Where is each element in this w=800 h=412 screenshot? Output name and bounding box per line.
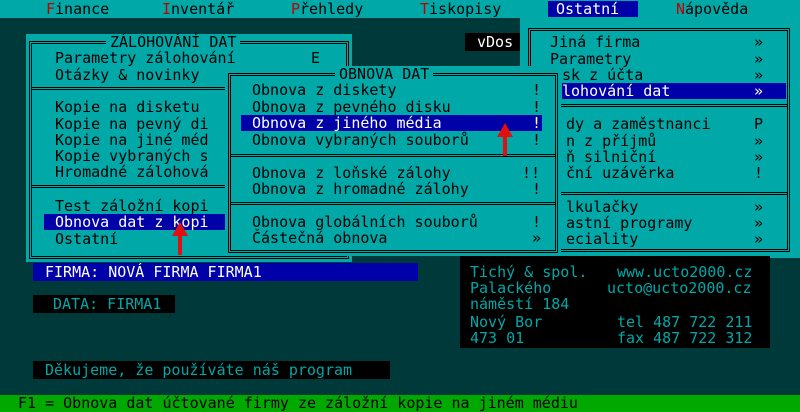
obnova-item-label: Částečná obnova	[252, 229, 388, 247]
company-contact-box: www.ucto2000.cz ucto@ucto2000.cz tel 487…	[600, 256, 770, 348]
ostatni-item-zalohovani[interactable]: lohování dat »	[562, 83, 786, 99]
submenu-arrow-icon: »	[754, 198, 764, 216]
warning-mark-icon: !	[532, 180, 542, 198]
obnova-item-disketa[interactable]: Obnova z diskety!	[252, 82, 542, 98]
ostatni-item-vlastni-programy[interactable]: astní programy»	[566, 215, 786, 231]
zalohovani-item-label: Kopie na disketu	[55, 98, 200, 116]
menu-finance-hotkey: F	[46, 0, 56, 18]
ostatni-item-label: ční uzávěrka	[566, 164, 675, 182]
warning-mark-icon: !	[532, 98, 542, 116]
menu-finance-label: inance	[55, 0, 110, 18]
ostatni-item-tisk[interactable]: sk z účta»	[562, 67, 786, 83]
obnova-divider-2	[231, 202, 555, 205]
ostatni-item-label: dy a zaměstnanci	[566, 115, 711, 133]
submenu-arrow-icon: »	[532, 229, 542, 247]
menu-tiskopisy[interactable]: Tiskopisy	[420, 1, 501, 17]
company-address-line: náměstí 184	[470, 295, 570, 313]
email-link[interactable]: ucto@ucto2000.cz	[607, 280, 752, 296]
submenu-arrow-icon: »	[754, 33, 764, 51]
menu-napoveda[interactable]: Nápověda	[676, 1, 748, 17]
obnova-item-castecna[interactable]: Částečná obnova »	[252, 230, 542, 246]
obnova-item-label: Obnova z diskety	[252, 81, 397, 99]
menu-ostatni[interactable]: Ostatní	[548, 1, 638, 17]
menu-inventar-label: nventář	[171, 0, 235, 18]
obnova-item-pevny-disk[interactable]: Obnova z pevného disku!	[252, 99, 542, 115]
warning-mark-icon: !	[532, 131, 542, 149]
warning-mark-icon: !	[532, 114, 542, 132]
obnova-item-label: Obnova vybraných souborů	[252, 131, 469, 149]
menu-prehledy-hotkey: P	[291, 0, 301, 18]
menu-ostatni-label: Ostatní	[556, 0, 620, 18]
ostatni-item-dan-z-prijmu[interactable]: n z příjmů»	[566, 133, 786, 149]
menu-tiskopisy-hotkey: T	[420, 0, 430, 18]
zalohovani-item-obnova[interactable]: Obnova dat z kopi	[44, 214, 241, 230]
company-address-line: Nový Bor	[470, 313, 543, 331]
obnova-item-label: Obnova z jiného média	[252, 114, 442, 132]
vdos-tag: vDos	[465, 33, 520, 51]
menu-inventar-hotkey: I	[162, 0, 172, 18]
ostatni-divider-1	[531, 104, 787, 107]
obnova-menu: OBNOVA DAT Obnova z diskety! Obnova z pe…	[225, 66, 561, 256]
warning-mark-icon: !	[754, 164, 764, 182]
ostatni-item-mzdy[interactable]: dy a zaměstnanci P	[566, 116, 786, 132]
menu-inventar[interactable]: Inventář	[162, 1, 234, 17]
ostatni-item-speciality[interactable]: eciality »	[566, 231, 786, 247]
zalohovani-item-label: Ostatní	[55, 230, 119, 248]
ostatni-item-rocni-uzaverka[interactable]: ční uzávěrka!	[566, 165, 786, 181]
obnova-item-globalni-soubory[interactable]: Obnova globálních souborů!	[252, 214, 542, 230]
data-label: DATA: FIRMA1	[33, 295, 175, 313]
warning-mark-icon: !!	[522, 164, 541, 182]
ostatni-item-hotkey: P	[754, 115, 764, 133]
menu-napoveda-hotkey: N	[676, 0, 686, 18]
zalohovani-item-label: Hromadné zálohová	[55, 163, 209, 181]
submenu-arrow-icon: »	[754, 82, 764, 100]
warning-mark-icon: !	[532, 213, 542, 231]
ostatni-item-kalkulacky[interactable]: lkulačky»	[566, 199, 786, 215]
zalohovani-item-label: Otázky & novinky	[55, 66, 200, 84]
obnova-item-lonska-zaloha[interactable]: Obnova z loňské zálohy!!	[252, 165, 542, 181]
ostatni-divider-2	[531, 192, 787, 195]
menu-bar: Finance Inventář Přehledy Tiskopisy Osta…	[0, 0, 800, 18]
ostatni-item-jina-firma[interactable]: Jiná firma »	[550, 34, 786, 50]
submenu-arrow-icon: »	[754, 132, 764, 150]
thanks-message: Děkujeme, že používáte náš program	[33, 361, 390, 379]
ostatni-item-parametry[interactable]: Parametry»	[550, 51, 786, 67]
website-link[interactable]: www.ucto2000.cz	[617, 264, 752, 280]
zalohovani-item-parametry[interactable]: Parametry zálohování E	[55, 50, 325, 66]
zalohovani-item-label: Parametry zálohování	[55, 49, 236, 67]
menu-napoveda-label: ápověda	[685, 0, 749, 18]
obnova-menu-title: OBNOVA DAT	[335, 66, 434, 82]
ostatni-item-label: lohování dat	[562, 82, 671, 100]
fax-line: fax 487 722 312	[617, 329, 753, 347]
submenu-arrow-icon: »	[754, 66, 764, 84]
ostatni-item-label: Jiná firma	[550, 33, 641, 51]
submenu-arrow-icon: »	[754, 230, 764, 248]
company-address-line: Tichý & spol.	[470, 263, 588, 281]
firma-label: FIRMA: NOVÁ FIRMA FIRMA1	[33, 263, 418, 281]
menu-tiskopisy-label: iskopisy	[429, 0, 502, 18]
submenu-arrow-icon: »	[754, 148, 764, 166]
ostatni-menu: Jiná firma » Parametry» sk z účta» lohová…	[520, 18, 800, 258]
submenu-arrow-icon: »	[754, 214, 764, 232]
ostatni-item-label: eciality	[566, 230, 639, 248]
ostatni-item-dan-silnicni[interactable]: ň silniční»	[566, 149, 786, 165]
zalohovani-menu-title: ZÁLOHOVÁNÍ DAT	[106, 34, 241, 50]
company-address-line: Palackého	[470, 279, 552, 297]
phone-line: tel 487 722 211	[617, 313, 753, 331]
warning-mark-icon: !	[532, 81, 542, 99]
obnova-item-label: Obnova z hromadné zálohy	[252, 180, 469, 198]
submenu-arrow-icon: »	[754, 50, 764, 68]
company-address-box: Tichý & spol. Palackého náměstí 184 Nový…	[460, 256, 600, 348]
menu-prehledy[interactable]: Přehledy	[291, 1, 363, 17]
obnova-item-hromadna-zaloha[interactable]: Obnova z hromadné zálohy!	[252, 181, 542, 197]
menu-finance[interactable]: Finance	[46, 1, 109, 17]
menu-prehledy-label: řehledy	[300, 0, 364, 18]
zalohovani-item-hotkey: E	[311, 49, 321, 67]
status-line: F1 = Obnova dat účtované firmy ze záložn…	[0, 395, 800, 412]
company-address-line: 473 01	[470, 329, 525, 347]
